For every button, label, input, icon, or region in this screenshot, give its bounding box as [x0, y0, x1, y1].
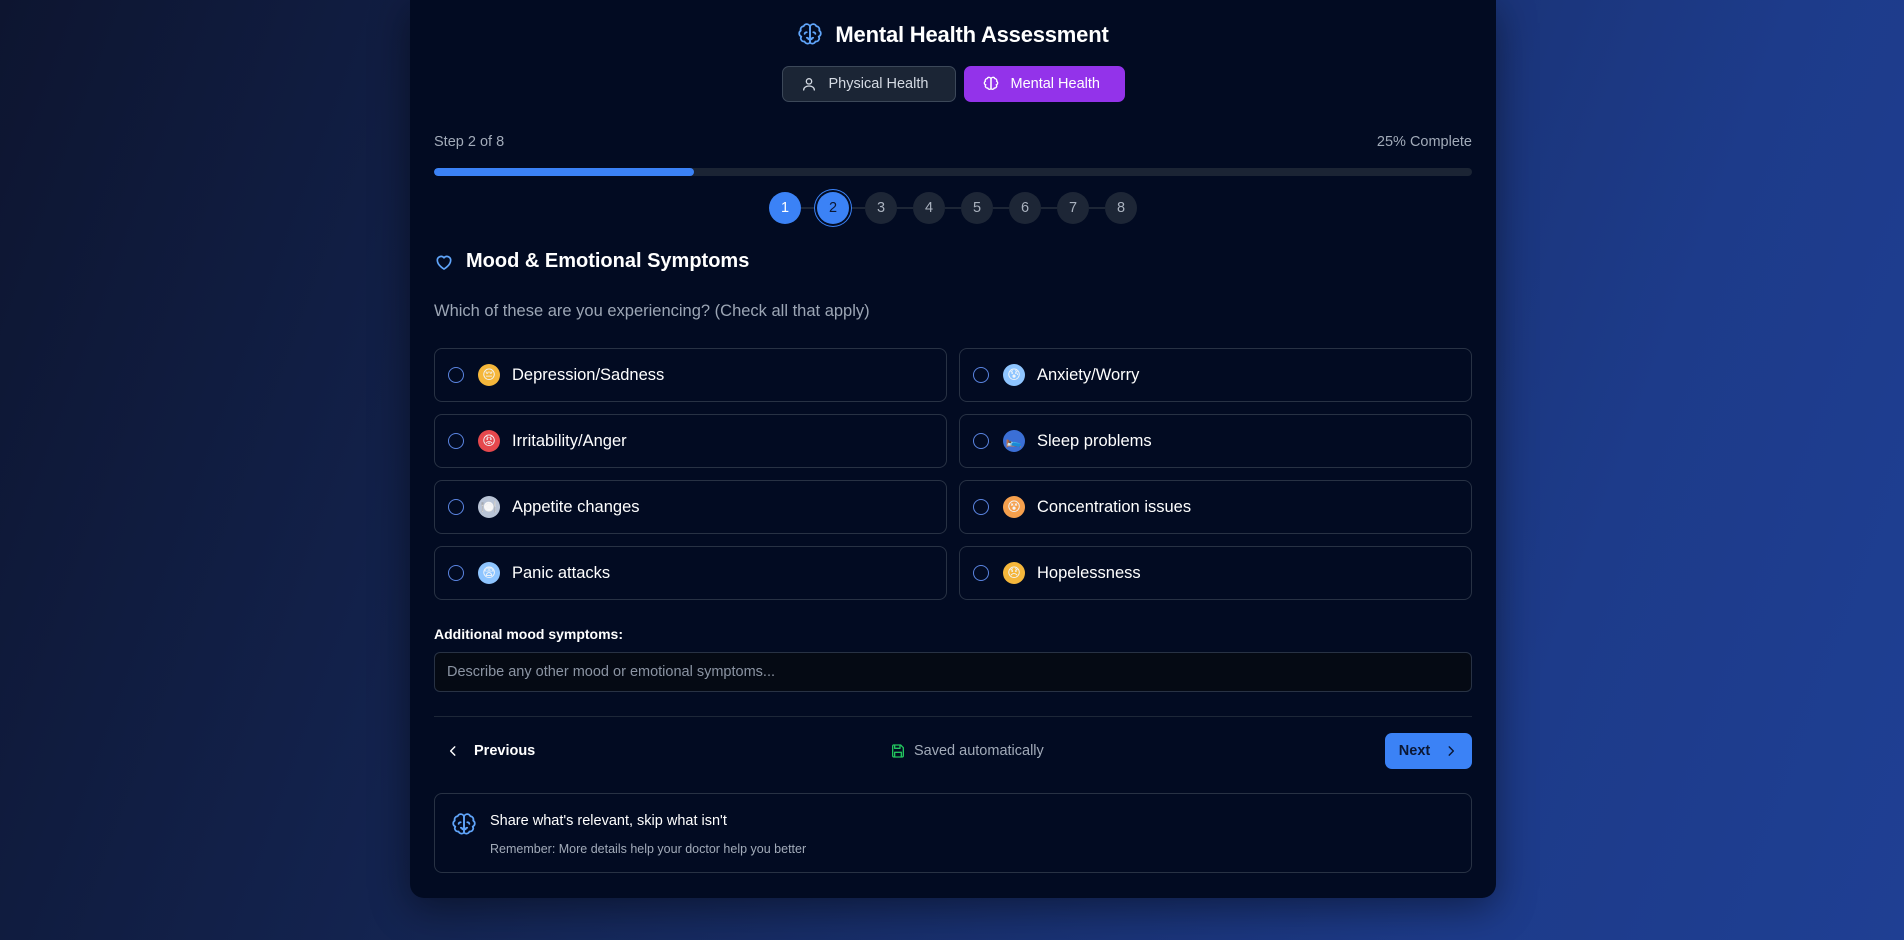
- page-title: Mental Health Assessment: [835, 22, 1109, 47]
- step-connector: [1089, 207, 1105, 209]
- save-status: Saved automatically: [890, 733, 1044, 769]
- step-8[interactable]: 8: [1105, 192, 1137, 224]
- symptom-option[interactable]: 🍽️ Appetite changes: [434, 480, 947, 534]
- checkbox[interactable]: [973, 367, 989, 383]
- chevron-right-icon: [1448, 746, 1455, 756]
- checkbox[interactable]: [448, 367, 464, 383]
- emoji-icon: 😨: [478, 562, 500, 584]
- header: Mental Health Assessment: [410, 22, 1496, 48]
- navigation-bar: Previous Saved automatically Next: [434, 733, 1472, 769]
- previous-button[interactable]: Previous: [434, 733, 547, 769]
- option-label: Anxiety/Worry: [1037, 365, 1140, 384]
- checkbox[interactable]: [448, 499, 464, 515]
- step-1[interactable]: 1: [769, 192, 801, 224]
- brain-icon: [452, 813, 476, 835]
- symptom-options: 😔 Depression/Sadness 😰 Anxiety/Worry 😡 Irrita…: [434, 348, 1472, 600]
- assessment-card: Mental Health Assessment Physical Health…: [410, 0, 1496, 898]
- step-5[interactable]: 5: [961, 192, 993, 224]
- question-text: Which of these are you experiencing? (Ch…: [434, 302, 870, 320]
- checkbox[interactable]: [973, 433, 989, 449]
- checkbox[interactable]: [973, 565, 989, 581]
- step-6[interactable]: 6: [1009, 192, 1041, 224]
- brain-icon: [798, 23, 823, 45]
- percent-complete: 25% Complete: [1376, 134, 1472, 150]
- save-icon: [891, 744, 904, 758]
- step-7[interactable]: 7: [1057, 192, 1089, 224]
- progress-bar: [434, 168, 1472, 176]
- additional-symptoms-label: Additional mood symptoms:: [434, 626, 623, 642]
- tip-title: Share what's relevant, skip what isn't: [490, 813, 727, 829]
- checkbox[interactable]: [973, 499, 989, 515]
- checkbox[interactable]: [448, 565, 464, 581]
- emoji-icon: 😔: [478, 364, 500, 386]
- physical-health-label: Physical Health: [828, 76, 929, 92]
- emoji-icon: 🛌: [1003, 430, 1025, 452]
- user-icon: [802, 78, 815, 91]
- symptom-option[interactable]: 😰 Anxiety/Worry: [959, 348, 1472, 402]
- symptom-option[interactable]: 😨 Panic attacks: [434, 546, 947, 600]
- emoji-icon: 😵: [1003, 496, 1025, 518]
- option-label: Panic attacks: [512, 563, 611, 582]
- chevron-left-icon: [449, 746, 456, 756]
- emoji-icon: 🍽️: [478, 496, 500, 518]
- tip-box: Share what's relevant, skip what isn't R…: [434, 793, 1472, 873]
- option-label: Sleep problems: [1037, 431, 1152, 450]
- option-label: Hopelessness: [1037, 563, 1141, 582]
- step-navigator: 12345678: [410, 192, 1496, 224]
- step-connector: [897, 207, 913, 209]
- symptom-option[interactable]: 😡 Irritability/Anger: [434, 414, 947, 468]
- step-connector: [849, 207, 865, 209]
- physical-health-tab[interactable]: Physical Health: [781, 66, 956, 102]
- step-2[interactable]: 2: [817, 192, 849, 224]
- additional-symptoms-input[interactable]: [434, 652, 1472, 692]
- step-connector: [945, 207, 961, 209]
- saved-text: Saved automatically: [914, 743, 1044, 759]
- tip-subtitle: Remember: More details help your doctor …: [490, 842, 807, 856]
- progress-info: Step 2 of 8 25% Complete: [434, 134, 1472, 150]
- checkbox[interactable]: [448, 433, 464, 449]
- step-connector: [993, 207, 1009, 209]
- next-label: Next: [1398, 743, 1431, 759]
- symptom-option[interactable]: 😔 Depression/Sadness: [434, 348, 947, 402]
- progress-bar-fill: [434, 168, 694, 176]
- option-label: Irritability/Anger: [512, 431, 627, 450]
- emoji-icon: 😡: [478, 430, 500, 452]
- step-connector: [801, 207, 817, 209]
- next-button[interactable]: Next: [1385, 733, 1472, 769]
- symptom-option[interactable]: 🛌 Sleep problems: [959, 414, 1472, 468]
- option-label: Depression/Sadness: [512, 365, 665, 384]
- mental-health-label: Mental Health: [1010, 76, 1100, 92]
- symptom-option[interactable]: 😞 Hopelessness: [959, 546, 1472, 600]
- section-title: Mood & Emotional Symptoms: [466, 250, 750, 272]
- step-connector: [1041, 207, 1057, 209]
- divider: [434, 716, 1472, 717]
- step-3[interactable]: 3: [865, 192, 897, 224]
- brain-icon: [983, 76, 998, 90]
- section-heading: Mood & Emotional Symptoms: [434, 250, 749, 273]
- option-label: Concentration issues: [1037, 497, 1192, 516]
- symptom-option[interactable]: 😵 Concentration issues: [959, 480, 1472, 534]
- emoji-icon: 😞: [1003, 562, 1025, 584]
- step-indicator: Step 2 of 8: [434, 134, 505, 150]
- mode-toggle: Physical Health Mental Health: [410, 66, 1496, 102]
- emoji-icon: 😰: [1003, 364, 1025, 386]
- previous-label: Previous: [474, 743, 536, 759]
- mental-health-tab[interactable]: Mental Health: [963, 66, 1125, 102]
- step-4[interactable]: 4: [913, 192, 945, 224]
- heart-icon: [436, 255, 452, 270]
- option-label: Appetite changes: [512, 497, 640, 516]
